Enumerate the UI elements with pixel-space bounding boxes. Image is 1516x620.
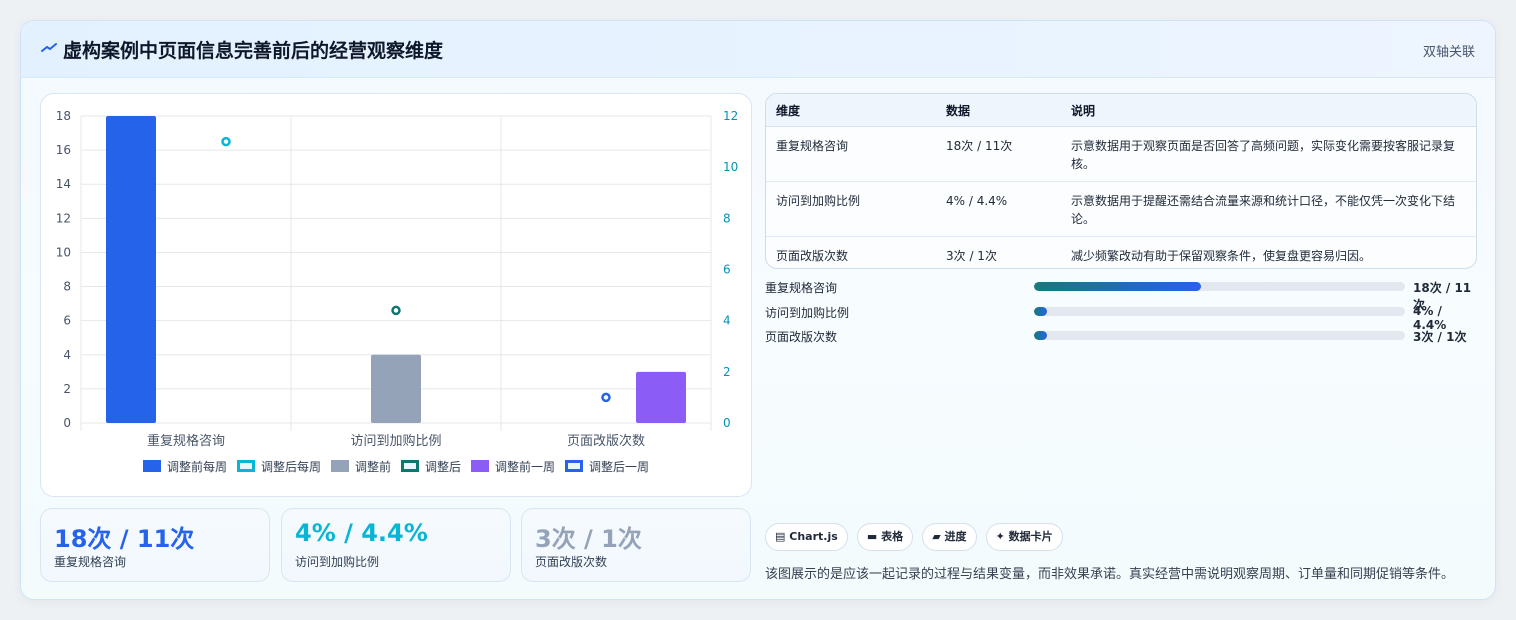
legend-label: 调整前每周 bbox=[167, 459, 227, 474]
progress-list: 重复规格咨询 18次 / 11次 访问到加购比例 4% / 4.4% 页面改版次… bbox=[765, 279, 1477, 353]
bar bbox=[371, 354, 421, 423]
progress-track bbox=[1034, 282, 1405, 291]
legend-label: 调整前 bbox=[355, 459, 391, 474]
table-cell: 示意数据用于提醒还需结合流量来源和统计口径，不能仅凭一次变化下结论。 bbox=[1061, 181, 1476, 237]
table-row: 访问到加购比例 4% / 4.4% 示意数据用于提醒还需结合流量来源和统计口径，… bbox=[766, 181, 1476, 237]
y-tick-label-right: 2 bbox=[723, 365, 731, 379]
chip-label: Chart.js bbox=[789, 530, 838, 543]
y-tick-label-right: 0 bbox=[723, 416, 731, 430]
y-tick-label-right: 4 bbox=[723, 314, 731, 328]
stat-value: 3次 / 1次 bbox=[535, 525, 642, 553]
stat-card-conversion: 4% / 4.4% 访问到加购比例 bbox=[281, 508, 511, 582]
chip-label: 表格 bbox=[881, 530, 904, 543]
stat-label: 重复规格咨询 bbox=[54, 555, 127, 569]
legend-label: 调整前一周 bbox=[495, 459, 555, 474]
progress-label: 页面改版次数 bbox=[765, 330, 838, 344]
progress-fill bbox=[1034, 306, 1047, 316]
table-icon: ▬ bbox=[866, 530, 878, 543]
data-point bbox=[601, 392, 611, 403]
legend-label: 调整后一周 bbox=[589, 459, 649, 474]
table-cell: 18次 / 11次 bbox=[936, 126, 1061, 182]
footnote: 该图展示的是应该一起记录的过程与结果变量，而非效果承诺。真实经营中需说明观察周期… bbox=[765, 567, 1455, 582]
stat-value: 4% / 4.4% bbox=[295, 519, 428, 547]
legend-swatch bbox=[143, 460, 161, 472]
legend-swatch bbox=[471, 460, 489, 472]
table-row: 页面改版次数 3次 / 1次 减少频繁改动有助于保留观察条件，使复盘更容易归因。 bbox=[766, 237, 1476, 269]
combo-chart: 0 2 4 6 8 10 12 14 16 18 0 2 4 6 8 10 12 重复规格咨询 访问到加购比例 页面改… bbox=[56, 109, 739, 474]
y-tick-label-right: 12 bbox=[723, 109, 738, 123]
bar bbox=[106, 116, 156, 423]
stat-value: 18次 / 11次 bbox=[54, 525, 195, 553]
table-cell: 4% / 4.4% bbox=[936, 181, 1061, 237]
table-cell: 3次 / 1次 bbox=[946, 249, 997, 263]
progress-fill bbox=[1034, 282, 1201, 291]
page-title: 虚构案例中页面信息完善前后的经营观察维度 bbox=[63, 40, 444, 62]
legend-swatch bbox=[565, 460, 583, 472]
y-tick-label-right: 6 bbox=[723, 263, 731, 277]
progress-value: 3次 / 1次 bbox=[1413, 330, 1467, 344]
y-tick-label-left: 16 bbox=[56, 143, 71, 157]
chip-table[interactable]: ▬ 表格 bbox=[856, 523, 914, 551]
y-tick-label-left: 0 bbox=[63, 416, 71, 430]
y-tick-label-left: 18 bbox=[56, 109, 71, 123]
bar bbox=[636, 371, 686, 423]
y-tick-label-left: 14 bbox=[56, 177, 71, 191]
tech-chips: ▤ Chart.js ▬ 表格 ▰ 进度 ✦ 数据卡片 bbox=[765, 523, 1067, 551]
x-tick-label: 访问到加购比例 bbox=[350, 433, 441, 449]
x-tick-label: 重复规格咨询 bbox=[147, 433, 225, 449]
y-tick-label-left: 10 bbox=[56, 245, 71, 259]
table-cell: 重复规格咨询 bbox=[766, 126, 936, 182]
chip-data-card[interactable]: ✦ 数据卡片 bbox=[985, 523, 1063, 551]
progress-track bbox=[1034, 331, 1405, 340]
legend-swatch bbox=[401, 460, 419, 472]
chart-icon: ▤ bbox=[775, 530, 786, 543]
chip-chartjs[interactable]: ▤ Chart.js bbox=[765, 523, 848, 551]
y-tick-label-left: 8 bbox=[63, 280, 71, 294]
col-header-data: 数据 bbox=[936, 94, 1061, 127]
table-cell: 示意数据用于观察页面是否回答了高频问题，实际变化需要按客服记录复核。 bbox=[1061, 126, 1476, 182]
table-header-row: 维度 数据 说明 bbox=[766, 94, 1476, 127]
card-header: 虚构案例中页面信息完善前后的经营观察维度 双轴关联 bbox=[21, 21, 1495, 78]
progress-label: 访问到加购比例 bbox=[765, 305, 850, 320]
y-tick-label-left: 12 bbox=[56, 211, 71, 225]
chart-panel: 0 2 4 6 8 10 12 14 16 18 0 2 4 6 8 10 12 重复规格咨询 访问到加购比例 页面改… bbox=[40, 93, 752, 497]
chip-progress[interactable]: ▰ 进度 bbox=[922, 523, 977, 551]
y-tick-label-left: 4 bbox=[63, 348, 71, 362]
progress-row: 重复规格咨询 18次 / 11次 bbox=[765, 279, 1477, 312]
progress-fill bbox=[1034, 331, 1047, 340]
chip-label: 进度 bbox=[944, 530, 967, 543]
stat-card-consult: 18次 / 11次 重复规格咨询 bbox=[40, 508, 270, 582]
stat-label: 页面改版次数 bbox=[535, 555, 608, 569]
y-tick-label-right: 10 bbox=[723, 160, 738, 174]
legend-label: 调整后每周 bbox=[261, 459, 321, 474]
stat-label: 访问到加购比例 bbox=[295, 555, 380, 569]
legend-swatch bbox=[237, 460, 255, 472]
data-table: 维度 数据 说明 重复规格咨询 18次 / 11次 示意数据用于观察页面是否回答… bbox=[765, 93, 1477, 269]
progress-icon: ▰ bbox=[932, 530, 941, 543]
data-point bbox=[221, 136, 231, 147]
stat-card-revisions: 3次 / 1次 页面改版次数 bbox=[521, 508, 751, 582]
progress-row: 页面改版次数 3次 / 1次 bbox=[765, 328, 1477, 353]
table-cell: 访问到加购比例 bbox=[766, 181, 936, 237]
sparkle-icon: ✦ bbox=[995, 530, 1005, 543]
dual-axis-tag: 双轴关联 bbox=[1422, 45, 1475, 60]
legend-label: 调整后 bbox=[425, 459, 461, 474]
col-header-note: 说明 bbox=[1061, 94, 1476, 127]
table-row: 重复规格咨询 18次 / 11次 示意数据用于观察页面是否回答了高频问题，实际变… bbox=[766, 126, 1476, 182]
data-point bbox=[391, 305, 401, 316]
table-cell: 页面改版次数 bbox=[776, 249, 849, 263]
progress-track bbox=[1034, 306, 1405, 316]
trend-icon bbox=[41, 43, 57, 52]
progress-label: 重复规格咨询 bbox=[765, 281, 838, 295]
table-cell: 减少频繁改动有助于保留观察条件，使复盘更容易归因。 bbox=[1071, 249, 1372, 263]
col-header-dimension: 维度 bbox=[766, 94, 936, 127]
legend-swatch bbox=[331, 460, 349, 472]
y-tick-label-left: 6 bbox=[63, 314, 71, 328]
x-tick-label: 页面改版次数 bbox=[567, 433, 645, 449]
y-tick-label-left: 2 bbox=[63, 382, 71, 396]
progress-row: 访问到加购比例 4% / 4.4% bbox=[765, 304, 1477, 332]
chip-label: 数据卡片 bbox=[1008, 530, 1053, 543]
y-tick-label-right: 8 bbox=[723, 211, 731, 225]
main-card: 虚构案例中页面信息完善前后的经营观察维度 双轴关联 0 2 4 6 8 10 12 14 16 1… bbox=[20, 20, 1496, 600]
